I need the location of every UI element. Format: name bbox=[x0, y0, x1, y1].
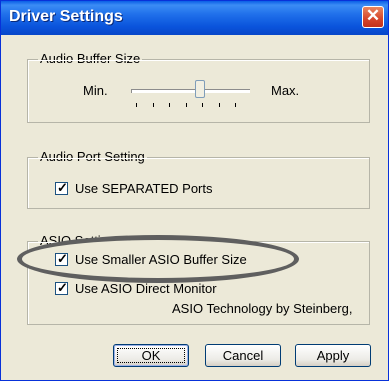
audio-port-setting-legend: Audio Port Setting bbox=[38, 149, 147, 164]
slider-tick bbox=[219, 103, 220, 107]
close-button[interactable]: ✕ bbox=[362, 6, 384, 28]
asio-credit-text: ASIO Technology by Steinberg, bbox=[172, 301, 353, 316]
audio-buffer-size-legend: Audio Buffer Size bbox=[38, 51, 143, 66]
smaller-buffer-label[interactable]: Use Smaller ASIO Buffer Size bbox=[75, 252, 247, 267]
direct-monitor-label[interactable]: Use ASIO Direct Monitor bbox=[75, 281, 217, 296]
slider-tick bbox=[186, 103, 187, 107]
buffer-slider-track[interactable] bbox=[131, 89, 250, 93]
separated-ports-label[interactable]: Use SEPARATED Ports bbox=[75, 181, 213, 196]
slider-tick bbox=[169, 103, 170, 107]
window-title: Driver Settings bbox=[9, 8, 123, 25]
cancel-button[interactable]: Cancel bbox=[205, 344, 281, 367]
slider-tick bbox=[202, 103, 203, 107]
focus-rect bbox=[117, 348, 185, 363]
ok-button[interactable]: OK bbox=[113, 344, 189, 367]
slider-tick bbox=[136, 103, 137, 107]
slider-tick bbox=[153, 103, 154, 107]
separated-ports-checkbox[interactable]: ✓ bbox=[55, 180, 68, 195]
slider-tick bbox=[235, 103, 236, 107]
apply-button[interactable]: Apply bbox=[295, 344, 371, 367]
slider-min-label: Min. bbox=[83, 83, 108, 98]
checkmark-icon: ✓ bbox=[57, 280, 68, 295]
smaller-buffer-checkbox[interactable]: ✓ bbox=[55, 251, 68, 266]
slider-max-label: Max. bbox=[271, 83, 300, 98]
direct-monitor-checkbox[interactable]: ✓ bbox=[55, 280, 68, 295]
cancel-button-label: Cancel bbox=[222, 348, 264, 363]
checkmark-icon: ✓ bbox=[57, 251, 68, 266]
buffer-slider-thumb[interactable] bbox=[195, 80, 205, 98]
title-bar[interactable]: Driver Settings ✕ bbox=[1, 1, 388, 35]
checkmark-icon: ✓ bbox=[57, 180, 68, 195]
driver-settings-window: Driver Settings ✕ Audio Buffer Size Min.… bbox=[0, 0, 389, 381]
close-icon: ✕ bbox=[365, 6, 381, 25]
apply-button-label: Apply bbox=[316, 348, 350, 363]
